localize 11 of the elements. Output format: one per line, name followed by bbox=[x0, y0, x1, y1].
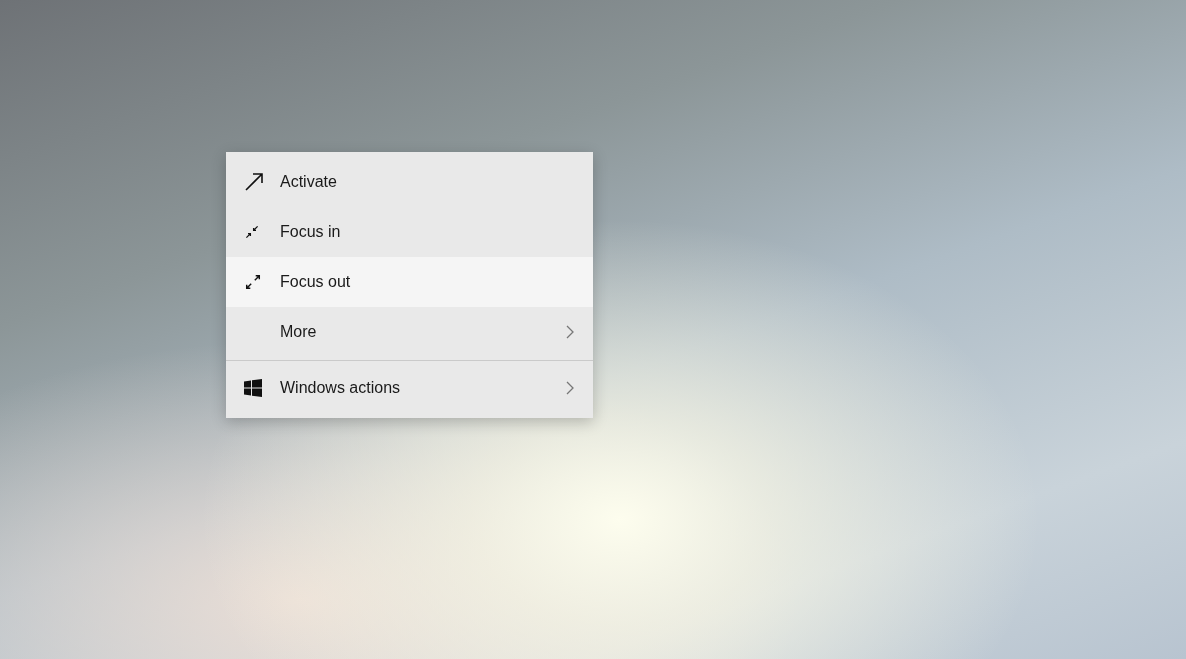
windows-logo-icon bbox=[244, 379, 262, 397]
collapse-arrows-icon bbox=[244, 224, 260, 240]
menu-item[interactable]: Focus out bbox=[226, 257, 593, 307]
diagonal-arrow-icon bbox=[244, 172, 264, 192]
menu-item[interactable]: Focus in bbox=[226, 207, 593, 257]
menu-item[interactable]: Activate bbox=[226, 157, 593, 207]
chevron-right-icon bbox=[565, 324, 575, 340]
chevron-right-icon bbox=[565, 380, 575, 396]
expand-arrows-icon bbox=[244, 273, 262, 291]
menu-item[interactable]: More bbox=[226, 307, 593, 357]
menu-item[interactable]: Windows actions bbox=[226, 363, 593, 413]
